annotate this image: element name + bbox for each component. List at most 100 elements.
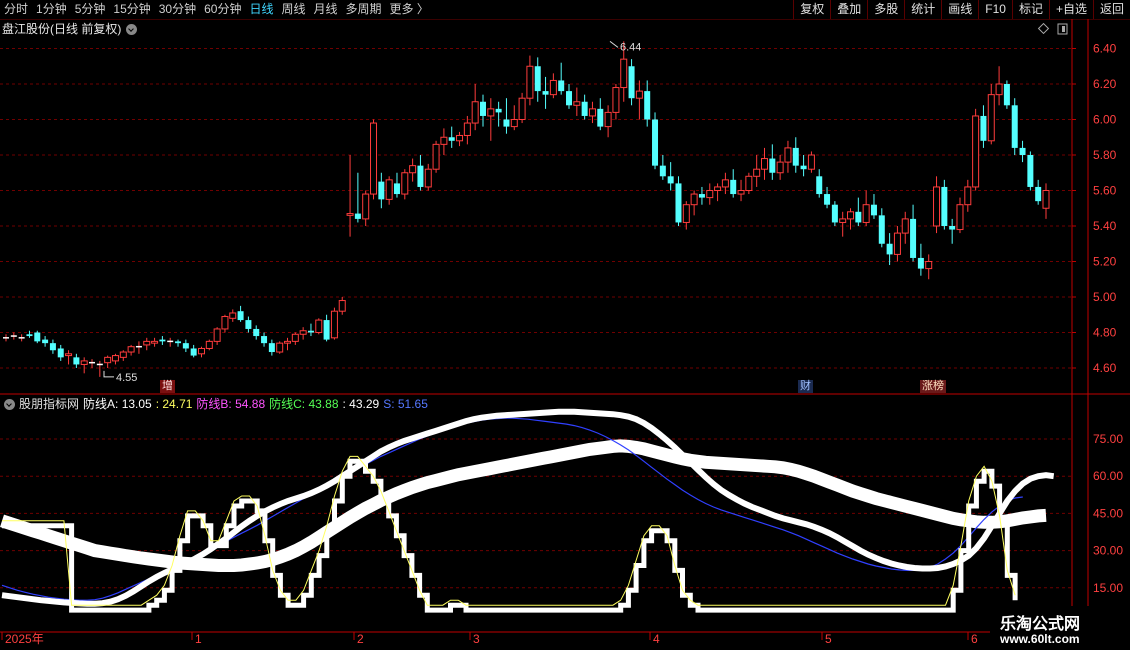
candle-down (581, 101, 588, 116)
candle-down (26, 334, 33, 337)
candle-up (65, 353, 73, 357)
price-tick-label-7: 5.00 (1093, 290, 1117, 304)
candle-down (1003, 84, 1010, 106)
candle-down (667, 176, 674, 184)
candle-up (776, 161, 784, 174)
candle-up (893, 232, 901, 255)
candle-down (886, 243, 893, 255)
candle-down (1011, 105, 1018, 148)
candle-up (385, 179, 393, 200)
candle-up (463, 122, 471, 136)
candle-up (956, 204, 964, 231)
candle-down (831, 204, 838, 223)
candle-up (119, 351, 127, 358)
candle-up (315, 319, 323, 334)
candle-down (878, 215, 885, 244)
candle-down (597, 108, 604, 127)
high-label: 6.44 (620, 41, 641, 53)
candle-up (127, 346, 135, 353)
candle-down (503, 119, 510, 127)
candle-up (284, 340, 292, 344)
candle-up (847, 211, 855, 220)
candle-up (964, 186, 972, 206)
candle-down (917, 257, 924, 269)
candle-up (151, 340, 159, 344)
price-tick-label-0: 6.40 (1093, 42, 1117, 56)
candle-down (855, 211, 862, 223)
candle-down (659, 165, 666, 177)
candle-up (330, 310, 338, 339)
candle-up (276, 342, 284, 353)
candle-down (534, 66, 541, 92)
price-tick-label-4: 5.60 (1093, 184, 1117, 198)
candle-down (378, 181, 385, 200)
candle-up (456, 134, 464, 142)
candle-up (839, 218, 847, 223)
candle-down (479, 101, 486, 116)
candle-up (1042, 190, 1050, 209)
tag-zhangbang[interactable]: 涨榜 (920, 380, 946, 393)
candle-down (816, 176, 823, 195)
diamond-icon (1037, 22, 1050, 35)
candle-up (549, 79, 557, 96)
candle-down (190, 348, 197, 356)
candle-up (706, 190, 714, 199)
candle-down (268, 343, 275, 353)
candle-down (1027, 155, 1034, 187)
defense-a-line (2, 458, 1018, 613)
candle-down (495, 108, 502, 113)
candle-down (730, 179, 737, 195)
candle-down (49, 343, 56, 351)
candle-up (721, 179, 729, 188)
time-label-1: 1 (195, 632, 202, 646)
candle-down (941, 186, 948, 226)
candle-down (558, 80, 565, 92)
defense-band (0, 439, 1047, 572)
ind-tick-label-3: 30.00 (1093, 544, 1123, 558)
price-tick-label-3: 5.80 (1093, 148, 1117, 162)
candle-down (769, 158, 776, 173)
time-label-5: 5 (825, 632, 832, 646)
candle-up (862, 204, 870, 223)
panel-icon-inner (1062, 26, 1065, 32)
candle-up (401, 172, 409, 195)
candle-down (245, 320, 252, 329)
candle-up (487, 108, 495, 117)
candle-up (432, 143, 440, 170)
ind-tick-label-4: 15.00 (1093, 581, 1123, 595)
watermark-site: 乐淘公式网 (1000, 616, 1081, 633)
candle-up (690, 193, 698, 206)
candle-up (612, 87, 620, 113)
candle-up (901, 218, 909, 234)
candle-down (698, 194, 705, 198)
high-marker (609, 41, 619, 48)
candle-up (221, 316, 229, 330)
candle-down (354, 213, 361, 219)
candle-down (448, 137, 455, 141)
candle-down (73, 357, 80, 365)
candle-down (1019, 147, 1026, 155)
chart-canvas[interactable]: 6.40 6.20 6.00 5.80 5.60 5.40 5.20 5.00 4.80 4.60… (0, 0, 1130, 650)
candle-up (737, 190, 745, 195)
time-label-2: 2 (357, 632, 364, 646)
candle-up (807, 154, 815, 170)
candle-down (542, 91, 549, 95)
candle-up (197, 347, 205, 355)
candle-down (34, 332, 41, 342)
candle-up (80, 360, 88, 365)
tag-cai[interactable]: 财 (798, 380, 813, 393)
candle-down (261, 336, 268, 344)
candle-down (800, 165, 807, 170)
candle-up (784, 147, 792, 163)
price-tick-label-1: 6.20 (1093, 77, 1117, 91)
ind-tick-label-2: 45.00 (1093, 506, 1123, 520)
ind-tick-label-1: 60.00 (1093, 469, 1123, 483)
price-tick-label-8: 4.80 (1093, 326, 1117, 340)
candle-up (346, 213, 354, 216)
candle-down (237, 311, 244, 321)
price-tick-label-6: 5.20 (1093, 255, 1117, 269)
tag-zeng[interactable]: 增 (160, 380, 175, 393)
candle-up (205, 340, 213, 349)
s-line (1, 417, 1023, 601)
candle-down (182, 343, 189, 349)
